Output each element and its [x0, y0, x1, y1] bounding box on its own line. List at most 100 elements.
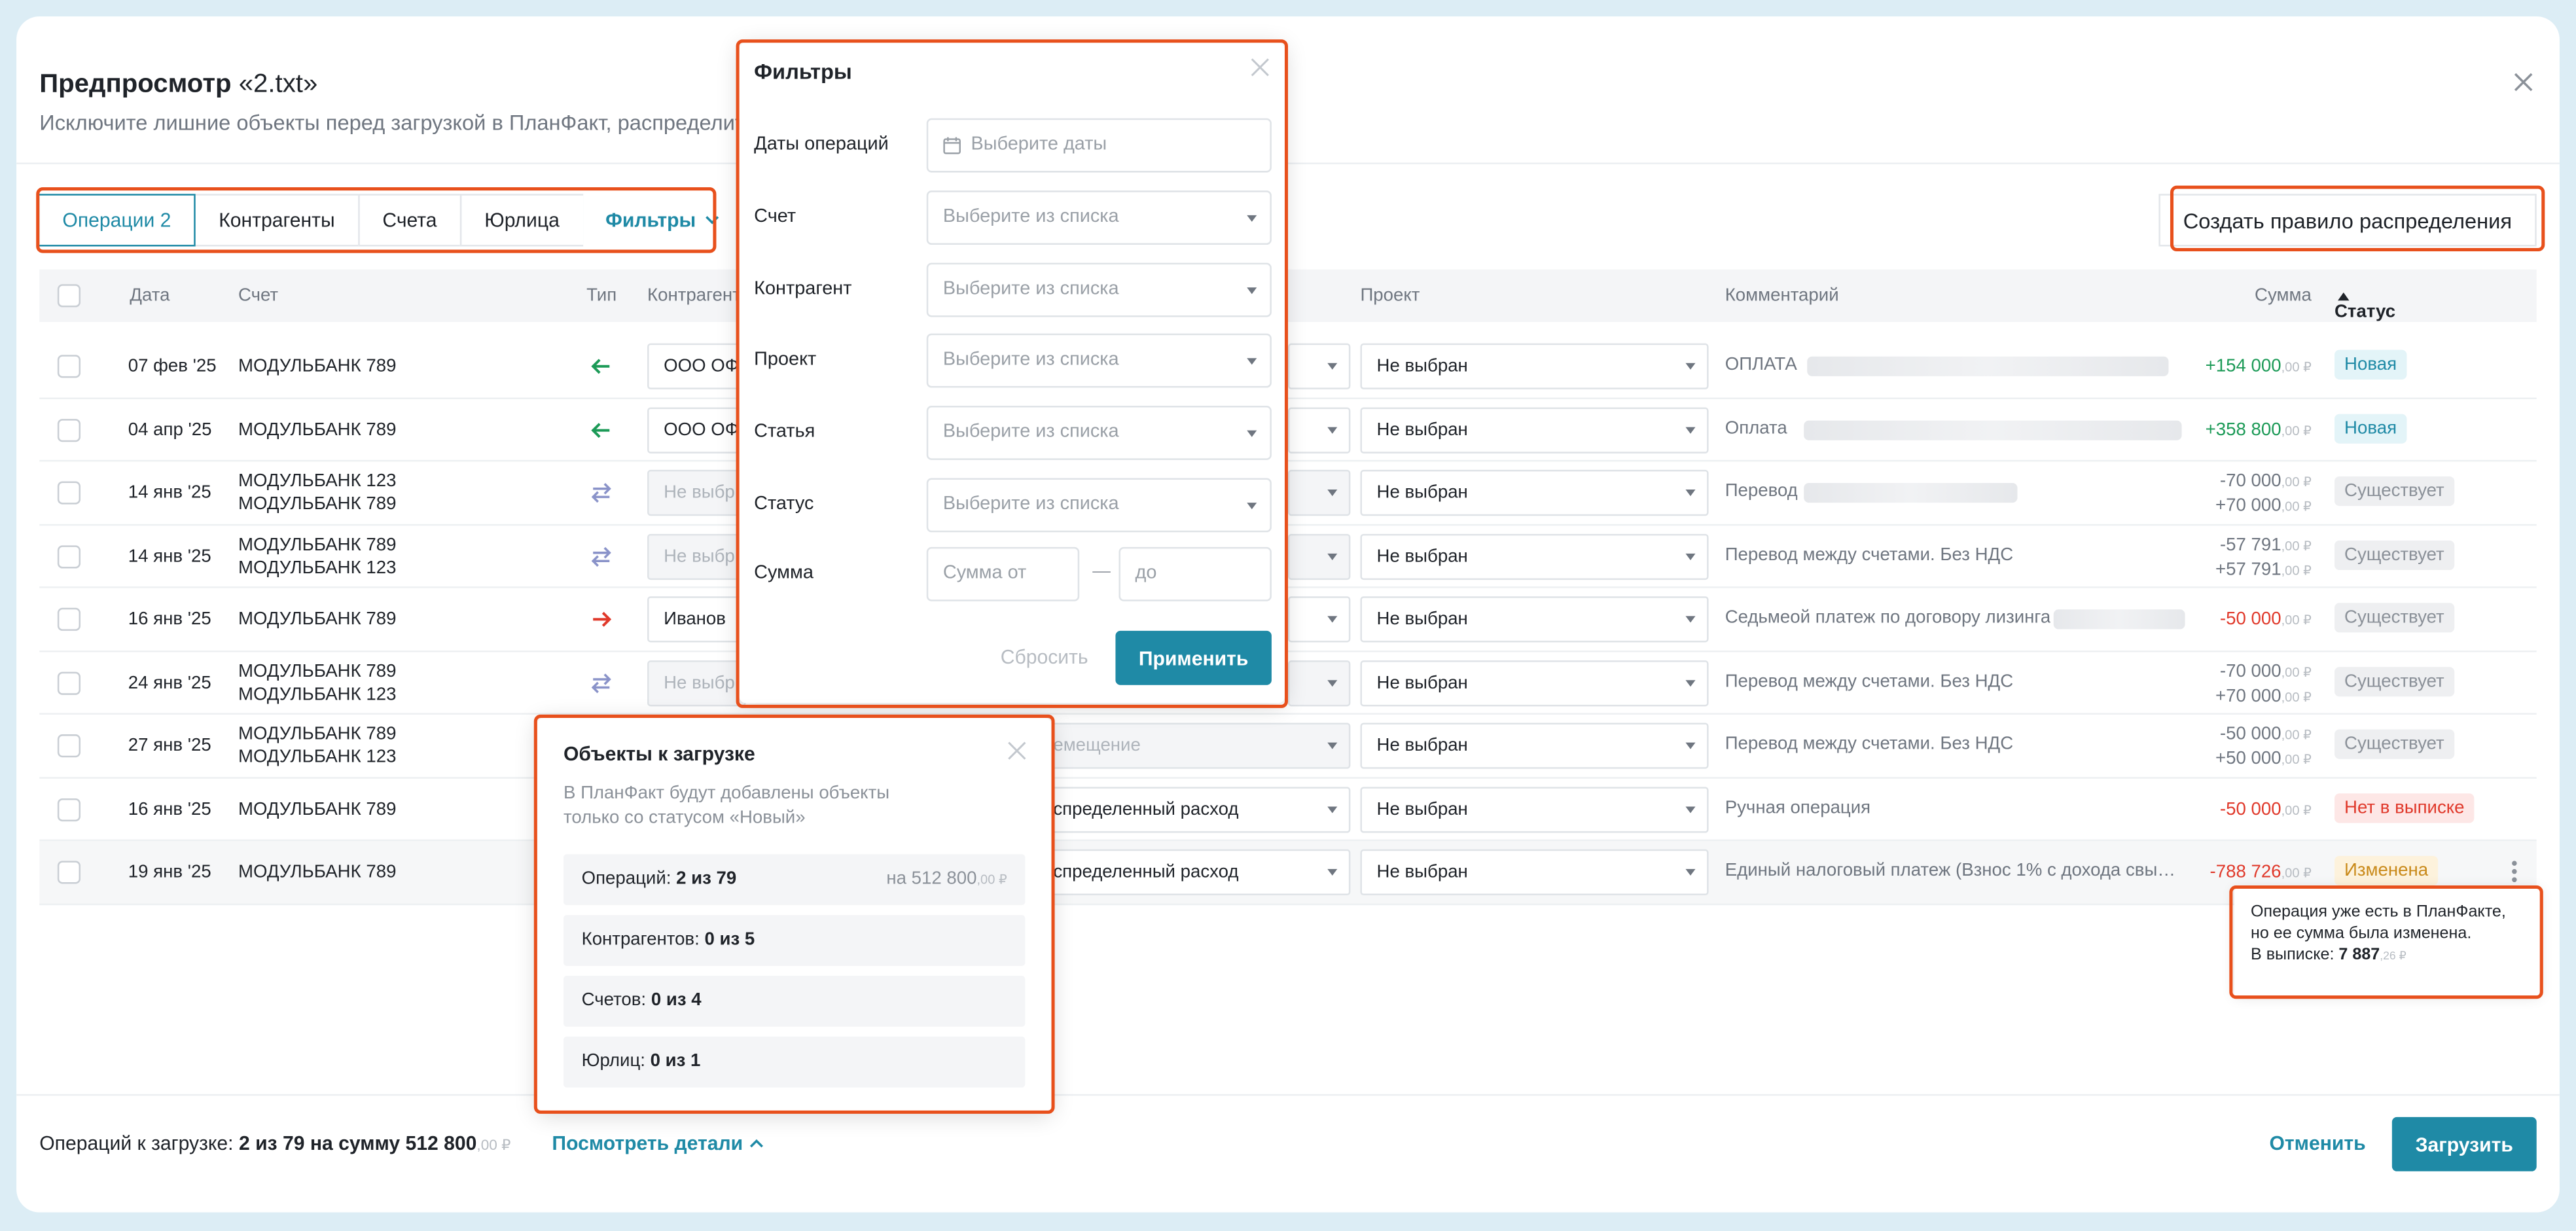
- row-counterparty-select[interactable]: Не выбр: [647, 659, 746, 706]
- row-comment: ОПЛАТА: [1725, 355, 1797, 375]
- row-article-select[interactable]: [1287, 469, 1351, 516]
- table-row[interactable]: 07 фев '25 МОДУЛЬБАНК 789 ООО ОФ Не выбран О…: [39, 335, 2537, 399]
- row-sum-kop: ,00 ₽: [2281, 538, 2312, 553]
- row-project-select[interactable]: Не выбран: [1360, 469, 1709, 516]
- filter-select[interactable]: Выберите из списка: [926, 262, 1272, 317]
- chevron-down-icon: [1247, 287, 1257, 294]
- row-counterparty-select[interactable]: ООО ОФ: [647, 343, 746, 389]
- col-sum[interactable]: Сумма: [2255, 286, 2312, 306]
- table-row[interactable]: 04 апр '25 МОДУЛЬБАНК 789 ООО ОФ Не выбран О…: [39, 399, 2537, 462]
- footer-summary-label: Операций к загрузке:: [39, 1132, 234, 1155]
- footer-divider: [16, 1094, 2560, 1096]
- upload-button[interactable]: Загрузить: [2391, 1116, 2537, 1171]
- tab-legal-entities[interactable]: Юрлица: [459, 194, 584, 247]
- filters-toggle[interactable]: Фильтры: [582, 194, 742, 247]
- date-range-input[interactable]: Выберите даты: [926, 118, 1272, 173]
- col-date[interactable]: Дата: [130, 286, 170, 306]
- row-comment: Перевод между счетами. Без НДС: [1725, 734, 2014, 755]
- row-project-select[interactable]: Не выбран: [1360, 533, 1709, 579]
- row-comment: Оплата: [1725, 418, 1787, 438]
- objects-accounts: Счетов: 0 из 4: [563, 976, 1026, 1027]
- col-project[interactable]: Проект: [1360, 286, 1420, 306]
- row-checkbox[interactable]: [57, 544, 80, 568]
- row-article-select[interactable]: ремещение: [1035, 723, 1351, 769]
- col-comment[interactable]: Комментарий: [1725, 286, 1839, 306]
- row-sum: -50 000,00 ₽: [2220, 608, 2312, 633]
- filter-select[interactable]: Выберите из списка: [926, 190, 1272, 245]
- row-sum: -50 000,00 ₽: [2220, 798, 2312, 823]
- filter-select[interactable]: Выберите из списка: [926, 334, 1272, 389]
- col-account[interactable]: Счет: [238, 286, 278, 306]
- row-checkbox[interactable]: [57, 355, 80, 378]
- table-row[interactable]: 14 янв '25 МОДУЛЬБАНК 789 МОДУЛЬБАНК 123 Не…: [39, 525, 2537, 588]
- row-project-select[interactable]: Не выбран: [1360, 659, 1709, 706]
- row-counterparty-select[interactable]: Не выбр: [647, 533, 746, 579]
- row-article-select[interactable]: [1287, 343, 1351, 389]
- row-account: МОДУЛЬБАНК 789 МОДУЛЬБАНК 123: [238, 723, 396, 768]
- more-menu-icon[interactable]: [2512, 861, 2517, 885]
- create-rule-button[interactable]: Создать правило распределения: [2158, 194, 2537, 247]
- table-row[interactable]: 19 янв '25 МОДУЛЬБАНК 789 аспределенный ра…: [39, 841, 2537, 904]
- row-project-value: Не выбран: [1376, 672, 1468, 693]
- row-project-select[interactable]: Не выбран: [1360, 723, 1709, 769]
- row-article-select[interactable]: аспределенный расход: [1035, 849, 1351, 896]
- row-checkbox[interactable]: [57, 607, 80, 631]
- row-project-select[interactable]: Не выбран: [1360, 786, 1709, 832]
- row-project-select[interactable]: Не выбран: [1360, 596, 1709, 643]
- filter-select[interactable]: Выберите из списка: [926, 478, 1272, 533]
- row-checkbox[interactable]: [57, 671, 80, 694]
- row-article-select[interactable]: [1287, 406, 1351, 453]
- sum-to-input[interactable]: до: [1118, 546, 1272, 601]
- row-article-select[interactable]: [1287, 659, 1351, 706]
- row-project-select[interactable]: Не выбран: [1360, 343, 1709, 389]
- chevron-down-icon: [1327, 679, 1338, 687]
- row-counterparty-select[interactable]: Не выбр: [647, 469, 746, 516]
- row-sum-kop: ,00 ₽: [2281, 728, 2312, 743]
- tab-counterparties[interactable]: Контрагенты: [194, 194, 360, 247]
- close-icon[interactable]: [1250, 58, 1270, 77]
- close-icon[interactable]: [2511, 69, 2537, 95]
- row-checkbox[interactable]: [57, 797, 80, 821]
- row-article-select[interactable]: [1287, 596, 1351, 643]
- tab-operations[interactable]: Операции 2: [37, 194, 196, 247]
- status-badge: Существует: [2334, 666, 2454, 696]
- row-article-select[interactable]: аспределенный расход: [1035, 786, 1351, 832]
- sum-from-input[interactable]: Сумма от: [926, 546, 1080, 601]
- row-sum-kop: ,00 ₽: [2281, 474, 2312, 490]
- footer-summary-kop: ,00 ₽: [476, 1137, 511, 1154]
- col-status[interactable]: Статус: [2334, 286, 2395, 322]
- row-checkbox[interactable]: [57, 861, 80, 884]
- filter-select[interactable]: Выберите из списка: [926, 406, 1272, 461]
- col-type[interactable]: Тип: [586, 286, 617, 306]
- row-counterparty-select[interactable]: ООО ОФ: [647, 406, 746, 453]
- row-sum-int: -70 000: [2219, 661, 2281, 681]
- row-account: МОДУЛЬБАНК 789: [238, 418, 396, 441]
- row-sum-line: -70 000,00 ₽: [2215, 470, 2312, 495]
- row-project-select[interactable]: Не выбран: [1360, 406, 1709, 453]
- select-all-checkbox[interactable]: [57, 284, 80, 308]
- table-row[interactable]: 16 янв '25 МОДУЛЬБАНК 789 аспределенный ра…: [39, 778, 2537, 842]
- col-counterparty[interactable]: Контрагент: [647, 286, 741, 306]
- row-checkbox[interactable]: [57, 734, 80, 758]
- table-row[interactable]: 24 янв '25 МОДУЛЬБАНК 789 МОДУЛЬБАНК 123 Не…: [39, 651, 2537, 715]
- table-row[interactable]: 27 янв '25 МОДУЛЬБАНК 789 МОДУЛЬБАНК 123 ре…: [39, 715, 2537, 778]
- row-checkbox[interactable]: [57, 481, 80, 505]
- objects-counterparties-label: Контрагентов:: [581, 929, 700, 950]
- row-checkbox[interactable]: [57, 418, 80, 441]
- row-article-select[interactable]: [1287, 533, 1351, 579]
- status-badge: Новая: [2334, 413, 2407, 443]
- close-icon[interactable]: [1007, 741, 1027, 760]
- row-project-select[interactable]: Не выбран: [1360, 849, 1709, 896]
- apply-button[interactable]: Применить: [1115, 630, 1272, 685]
- view-details-link[interactable]: Посмотреть детали: [552, 1132, 764, 1155]
- table-row[interactable]: 14 янв '25 МОДУЛЬБАНК 123 МОДУЛЬБАНК 789 Не…: [39, 461, 2537, 526]
- view-details-label: Посмотреть детали: [552, 1132, 743, 1155]
- row-sum-kop: ,00 ₽: [2281, 359, 2312, 375]
- table-row[interactable]: 16 янв '25 МОДУЛЬБАНК 789 Иванов Не выбран С…: [39, 588, 2537, 652]
- tab-accounts[interactable]: Счета: [357, 194, 462, 247]
- reset-button[interactable]: Сбросить: [1001, 646, 1088, 669]
- cancel-button[interactable]: Отменить: [2269, 1132, 2365, 1155]
- status-badge: Существует: [2334, 729, 2454, 759]
- filters-panel: Фильтры Даты операций Выберите даты Счет Вы…: [739, 43, 1285, 704]
- row-counterparty-select[interactable]: Иванов: [647, 596, 746, 643]
